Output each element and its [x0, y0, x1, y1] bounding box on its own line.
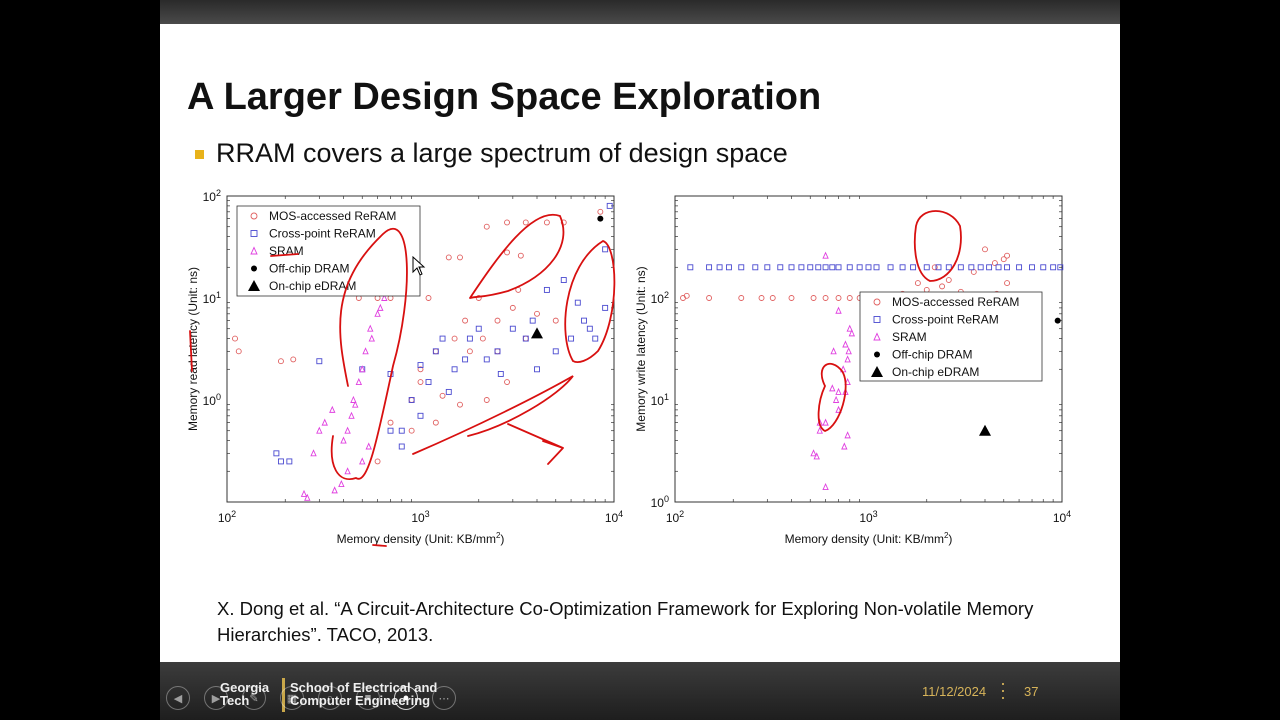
x-tick-label: 102 — [218, 509, 236, 525]
x-tick-label: 104 — [605, 509, 623, 525]
x-tick-label: 103 — [411, 509, 429, 525]
record-video-button[interactable]: ● — [394, 686, 418, 710]
slides-overview-button[interactable]: ▦ — [280, 686, 304, 710]
legend-label: Cross-point ReRAM — [892, 313, 999, 327]
window-top-bar — [160, 0, 1120, 24]
x-axis-label: Memory density (Unit: KB/mm2) — [337, 531, 505, 546]
more-options-icon[interactable]: · · · — [1000, 674, 1006, 706]
legend-label: SRAM — [892, 330, 927, 344]
write-latency-chart: 102 103 104 102 101 100 Memory density (Unit: … — [634, 195, 1071, 546]
y-tick-label: 102 — [203, 188, 221, 204]
y-tick-label: 100 — [203, 392, 221, 408]
legend-label: Off-chip DRAM — [269, 262, 349, 276]
legend-label: On-chip eDRAM — [892, 365, 979, 379]
ink-xlabel-mark — [372, 544, 387, 547]
mouse-cursor-icon — [412, 256, 426, 276]
y-tick-label: 102 — [651, 290, 669, 306]
bullet-text: RRAM covers a large spectrum of design s… — [216, 138, 788, 168]
x-tick-label: 103 — [859, 509, 877, 525]
legend-marker — [874, 351, 880, 358]
citation-text: X. Dong et al. “A Circuit-Architecture C… — [217, 598, 1034, 645]
y-axis-label: Memory read latency (Unit: ns) — [186, 267, 200, 431]
legend-label: Cross-point ReRAM — [269, 227, 376, 241]
data-point — [597, 215, 604, 222]
slide-title: A Larger Design Space Exploration — [187, 76, 822, 118]
footer-date: 11/12/2024 — [922, 684, 987, 699]
zoom-button[interactable]: ⌕ — [318, 686, 342, 710]
page-number: 37 — [1024, 684, 1039, 699]
more-tools-button[interactable]: ⋯ — [432, 686, 456, 710]
next-slide-button[interactable]: ▶ — [204, 686, 228, 710]
y-tick-label: 101 — [651, 392, 669, 408]
y-tick-label: 100 — [651, 494, 669, 510]
camera-button[interactable]: ■ — [356, 686, 380, 710]
x-axis-label: Memory density (Unit: KB/mm2) — [785, 531, 953, 546]
legend-label: On-chip eDRAM — [269, 279, 356, 293]
legend-label: MOS-accessed ReRAM — [892, 295, 1019, 309]
previous-slide-button[interactable]: ◀ — [166, 686, 190, 710]
read-latency-chart: 102 103 104 102 101 100 Memory density (Unit: … — [186, 188, 623, 547]
data-point — [1054, 317, 1061, 324]
y-axis-label: Memory write latency (Unit: ns) — [634, 266, 648, 431]
footer-bar: Georgia Tech School of Electrical and Co… — [160, 662, 1120, 720]
x-tick-label: 102 — [666, 509, 684, 525]
pen-tool-button[interactable]: ✎ — [242, 686, 266, 710]
x-tick-label: 104 — [1053, 509, 1071, 525]
legend-label: MOS-accessed ReRAM — [269, 209, 396, 223]
legend-marker — [251, 265, 257, 272]
y-tick-label: 101 — [203, 290, 221, 306]
bullet-square-icon — [195, 150, 204, 159]
legend-label: Off-chip DRAM — [892, 348, 972, 362]
